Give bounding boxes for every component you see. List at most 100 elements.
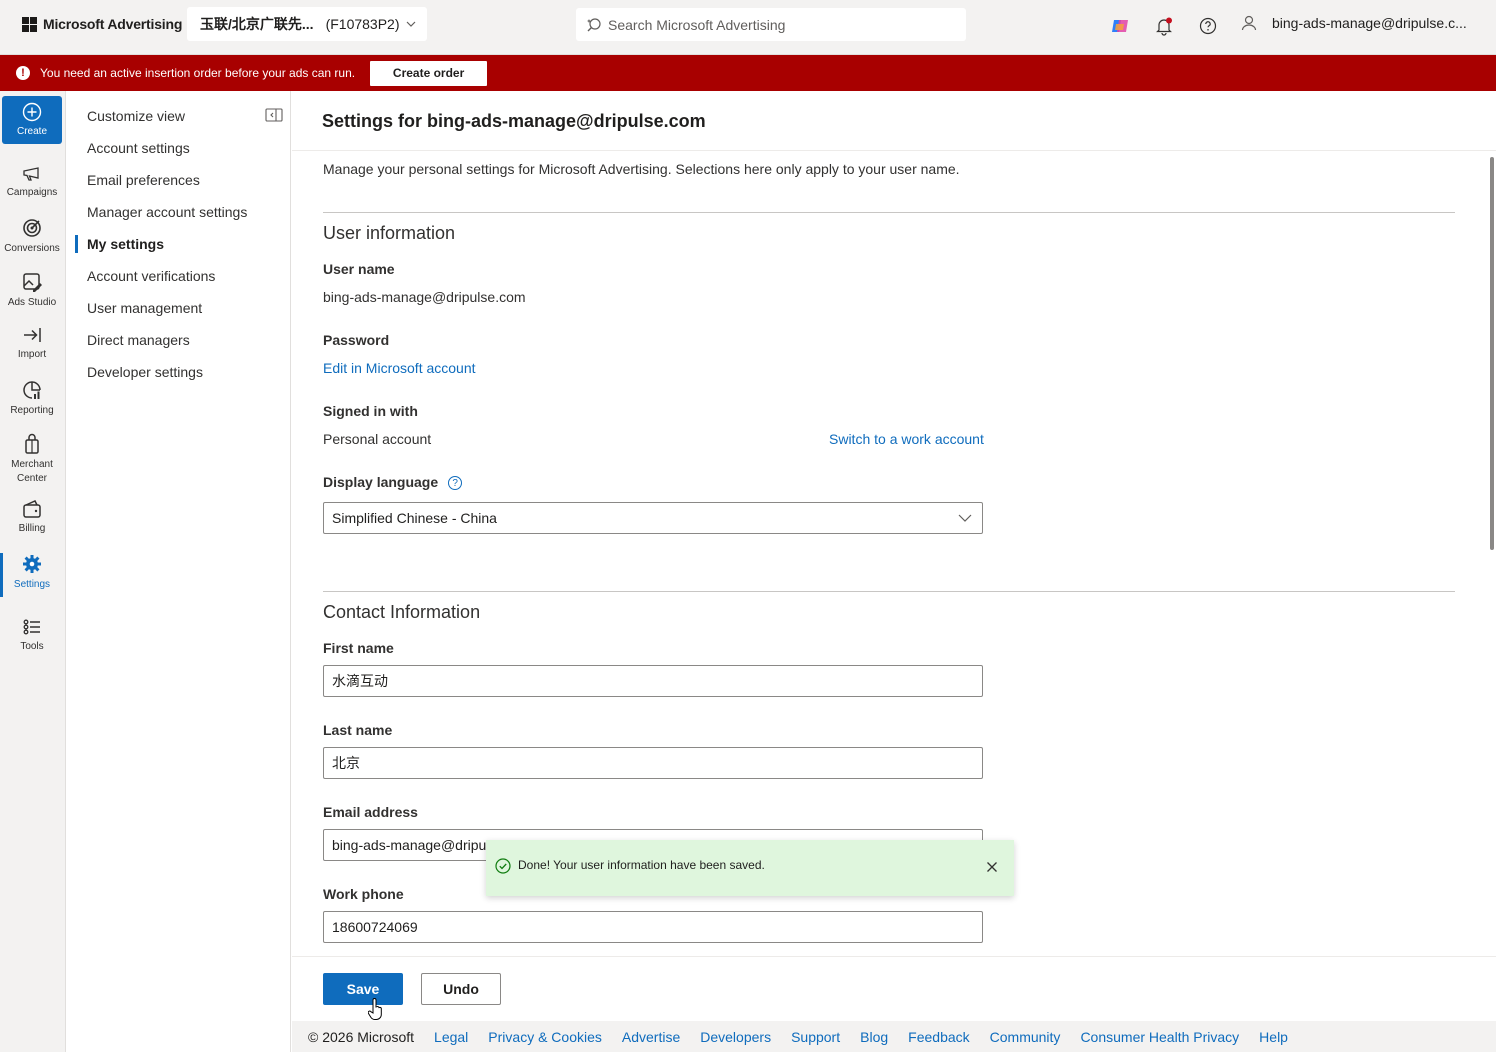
undo-button[interactable]: Undo — [421, 973, 501, 1005]
report-chart-icon — [23, 381, 41, 399]
rail-reporting[interactable]: Reporting — [2, 379, 62, 418]
rail-create[interactable]: Create — [2, 96, 62, 144]
footer-link-privacy[interactable]: Privacy & Cookies — [488, 1029, 602, 1045]
brand[interactable]: Microsoft Advertising — [22, 16, 182, 32]
account-id: (F10783P2) — [325, 16, 400, 32]
close-icon[interactable] — [986, 861, 998, 873]
page-title: Settings for bing-ads-manage@dripulse.co… — [322, 111, 706, 131]
rail-settings[interactable]: Settings — [0, 553, 62, 597]
rail-ads-studio[interactable]: Ads Studio — [2, 271, 62, 310]
image-edit-icon — [23, 273, 42, 292]
footer-link-support[interactable]: Support — [791, 1029, 840, 1045]
create-order-button[interactable]: Create order — [370, 60, 488, 86]
email-address-label: Email address — [323, 804, 418, 820]
subnav-manager-account-settings[interactable]: Manager account settings — [87, 204, 247, 220]
password-label: Password — [323, 332, 390, 348]
rail-merchant-label-1: Merchant — [11, 459, 53, 470]
chevron-down-icon — [406, 21, 415, 27]
search-input[interactable]: Search Microsoft Advertising — [576, 8, 966, 41]
subnav-user-management[interactable]: User management — [87, 300, 202, 316]
subnav-selected-indicator — [75, 235, 78, 253]
action-divider — [292, 956, 1496, 957]
rail-settings-label: Settings — [13, 579, 51, 590]
account-picker[interactable]: 玉联/北京广联先... (F10783P2) — [187, 7, 427, 41]
footer-link-consumer-health-privacy[interactable]: Consumer Health Privacy — [1080, 1029, 1239, 1045]
footer-link-feedback[interactable]: Feedback — [908, 1029, 969, 1045]
person-icon — [1241, 15, 1257, 31]
target-icon — [23, 219, 41, 237]
rail-campaigns[interactable]: Campaigns — [2, 163, 62, 200]
insertion-order-alert: ! You need an active insertion order bef… — [0, 55, 1496, 91]
contact-information-heading: Contact Information — [323, 602, 481, 622]
title-divider — [292, 150, 1496, 151]
edit-microsoft-account-link[interactable]: Edit in Microsoft account — [323, 360, 476, 376]
chevron-down-icon — [958, 514, 972, 522]
hand-cursor-icon — [368, 998, 382, 1020]
display-language-label: Display language? — [323, 474, 463, 491]
rail-billing[interactable]: Billing — [2, 499, 62, 536]
footer-link-help[interactable]: Help — [1259, 1029, 1288, 1045]
subnav-my-settings[interactable]: My settings — [87, 236, 164, 252]
rail-import-label: Import — [17, 349, 47, 360]
footer-link-advertise[interactable]: Advertise — [622, 1029, 680, 1045]
footer-link-legal[interactable]: Legal — [434, 1029, 468, 1045]
subnav-account-settings[interactable]: Account settings — [87, 140, 190, 156]
success-toast: Done! Your user information have been sa… — [486, 840, 1014, 896]
tools-list-icon — [23, 619, 40, 635]
subnav-account-verifications[interactable]: Account verifications — [87, 268, 215, 284]
brand-name: Microsoft Advertising — [43, 16, 183, 32]
display-language-value: Simplified Chinese - China — [332, 510, 497, 526]
rail-conversions[interactable]: Conversions — [2, 217, 62, 256]
left-rail: Create Campaigns Conversions Ads Studio … — [0, 91, 66, 1052]
rail-merchant-center[interactable]: Merchant Center — [2, 433, 62, 486]
bell-icon — [1156, 17, 1172, 36]
signed-in-value: Personal account — [323, 431, 432, 447]
rail-tools[interactable]: Tools — [2, 617, 62, 654]
divider — [323, 212, 1455, 213]
subnav-customize-view[interactable]: Customize view — [87, 108, 185, 124]
save-button[interactable]: Save — [323, 973, 403, 1005]
toast-message: Done! Your user information have been sa… — [518, 858, 765, 872]
subnav-email-preferences[interactable]: Email preferences — [87, 172, 200, 188]
sparkle-search-icon — [587, 17, 601, 31]
plus-circle-icon — [22, 102, 42, 121]
microsoft-logo-icon — [22, 16, 37, 32]
divider — [323, 591, 1455, 592]
subnav-direct-managers[interactable]: Direct managers — [87, 332, 190, 348]
rail-merchant-label-2: Center — [16, 473, 47, 484]
page-description: Manage your personal settings for Micros… — [323, 161, 960, 177]
wallet-icon — [23, 500, 41, 518]
user-information-heading: User information — [323, 223, 456, 243]
footer-link-blog[interactable]: Blog — [860, 1029, 888, 1045]
rail-import[interactable]: Import — [2, 325, 62, 362]
gear-icon — [23, 555, 41, 573]
copyright: © 2026 Microsoft — [308, 1028, 415, 1045]
main-scrollbar[interactable] — [1490, 157, 1494, 550]
help-button[interactable] — [1192, 12, 1224, 40]
first-name-field[interactable]: 水滴互动 — [323, 665, 983, 697]
collapse-panel-icon[interactable] — [265, 108, 283, 122]
help-icon[interactable]: ? — [448, 476, 463, 491]
subnav-developer-settings[interactable]: Developer settings — [87, 364, 203, 380]
import-arrow-icon — [24, 328, 41, 342]
user-menu[interactable]: bing-ads-manage@dripulse.c... — [1240, 14, 1467, 32]
copilot-button[interactable] — [1104, 12, 1136, 40]
copilot-icon — [1112, 20, 1128, 32]
footer-link-developers[interactable]: Developers — [700, 1029, 771, 1045]
rail-conversions-label: Conversions — [4, 243, 60, 254]
rail-campaigns-label: Campaigns — [6, 187, 58, 198]
settings-subnav: Customize view Account settings Email pr… — [67, 91, 291, 1052]
top-bar: Microsoft Advertising 玉联/北京广联先... (F1078… — [0, 0, 1496, 55]
footer-link-community[interactable]: Community — [990, 1029, 1061, 1045]
display-language-select[interactable]: Simplified Chinese - China — [323, 502, 983, 534]
rail-billing-label: Billing — [18, 523, 46, 534]
page-footer: © 2026 Microsoft Legal Privacy & Cookies… — [292, 1021, 1496, 1052]
rail-tools-label: Tools — [20, 641, 44, 652]
work-phone-field[interactable]: 18600724069 — [323, 911, 983, 943]
question-circle-icon — [1199, 17, 1217, 35]
switch-work-account-link[interactable]: Switch to a work account — [829, 431, 984, 447]
last-name-field[interactable]: 北京 — [323, 747, 983, 779]
first-name-label: First name — [323, 640, 394, 656]
work-phone-label: Work phone — [323, 886, 404, 902]
notifications-button[interactable] — [1148, 12, 1180, 40]
